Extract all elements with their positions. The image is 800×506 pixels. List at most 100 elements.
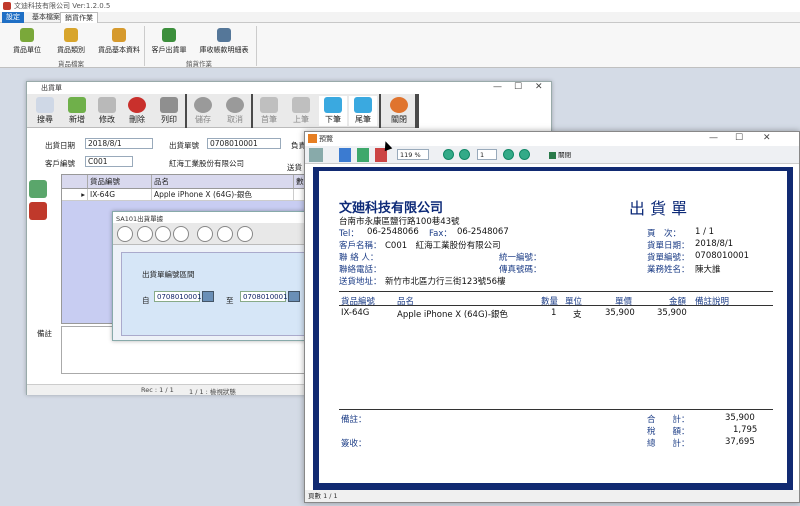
item-price: 35,900	[605, 308, 635, 318]
delete-icon	[128, 97, 146, 113]
zoom-in-icon[interactable]	[519, 149, 530, 160]
grand-total-value: 37,695	[725, 437, 755, 447]
minimize-icon[interactable]: —	[493, 82, 502, 92]
range-label: 出貨單編號區間	[142, 270, 195, 279]
to-picker-icon[interactable]	[288, 291, 300, 302]
tel-value: 06-2548066	[367, 227, 419, 237]
app-title: 文迪科技有限公司 Ver:1.2.0.5	[14, 2, 111, 10]
search-button[interactable]: 搜尋	[31, 96, 59, 126]
ship-address-label: 送貨地址：	[339, 277, 382, 287]
page-field[interactable]: 1	[477, 149, 497, 160]
prev-arrow-icon	[292, 97, 310, 113]
from-order-field[interactable]: 0708010001	[154, 291, 202, 302]
print-button[interactable]: 列印	[155, 96, 183, 126]
tab-basic-files[interactable]: 基本檔案	[28, 12, 64, 23]
product-unit-button[interactable]: 貨品單位	[4, 26, 50, 56]
preview-minimize-icon[interactable]: —	[709, 133, 718, 143]
edit-icon	[98, 97, 116, 113]
tax-value: 1,795	[733, 425, 758, 435]
preview-maximize-icon[interactable]: ☐	[735, 133, 743, 143]
zoom-tool-icon[interactable]	[339, 148, 351, 162]
from-picker-icon[interactable]	[202, 291, 214, 302]
print-icon[interactable]	[217, 226, 233, 242]
zoom-field[interactable]: 119 %	[397, 149, 429, 160]
customer-shipment-button[interactable]: 客戶出貨單	[146, 26, 192, 56]
close-button[interactable]: 關閉	[385, 96, 413, 126]
delete-button[interactable]: 刪除	[123, 96, 151, 126]
remove-row-icon[interactable]	[29, 202, 47, 220]
fax-value: 06-2548067	[457, 227, 509, 237]
first-record-button[interactable]: 首筆	[255, 96, 283, 126]
option3-icon[interactable]	[173, 226, 189, 242]
shipment-icon	[162, 28, 176, 42]
order-date-value: 2018/8/1	[695, 239, 734, 249]
exit-icon	[390, 97, 408, 113]
page-value: 1 / 1	[695, 227, 715, 237]
ribbon: 貨品單位 貨品類別 貨品基本資料 客戶出貨單 庫收帳款明細表 貨品檔案 銷貨作業	[0, 23, 800, 68]
cancel-icon	[226, 97, 244, 113]
grid-cell-name[interactable]: Apple iPhone X (64G)-銀色	[152, 189, 294, 201]
printer-icon	[160, 97, 178, 113]
option2-icon[interactable]	[155, 226, 171, 242]
company-address: 台南市永康區鹽行路100巷43號	[339, 217, 460, 227]
grand-total-label: 總 計：	[647, 439, 690, 449]
pen-icon[interactable]	[117, 226, 133, 242]
preview-app-icon	[308, 134, 317, 143]
preview-icon[interactable]	[197, 226, 213, 242]
grid-cell-code[interactable]: IX-64G	[88, 189, 152, 201]
next-record-button[interactable]: 下筆	[319, 96, 347, 126]
preview-close-icon[interactable]: ✕	[763, 133, 771, 143]
add-row-icon[interactable]	[29, 180, 47, 198]
sales-label: 業務姓名：	[647, 265, 690, 275]
order-date-label: 貨單日期：	[647, 241, 690, 251]
edit-button[interactable]: 修改	[93, 96, 121, 126]
order-no-label: 貨單編號：	[647, 253, 690, 263]
print-icon[interactable]	[309, 148, 323, 162]
tax-label: 稅 額：	[647, 427, 690, 437]
cancel-button[interactable]: 取消	[221, 96, 249, 126]
customer-code-field[interactable]: C001	[85, 156, 133, 167]
page-setup-icon[interactable]	[357, 148, 369, 162]
tab-sales[interactable]: 銷貨作業	[60, 12, 98, 23]
save-icon	[194, 97, 212, 113]
new-button[interactable]: 新增	[63, 96, 91, 126]
item-unit: 支	[573, 310, 582, 320]
query-toolbar	[113, 223, 307, 245]
product-basic-data-button[interactable]: 貨品基本資料	[94, 26, 144, 56]
prev-page-icon[interactable]	[459, 149, 470, 160]
customer-label: 客戶名稱：	[339, 241, 382, 251]
to-label: 至	[226, 296, 234, 305]
receivable-report-button[interactable]: 庫收帳款明細表	[194, 26, 254, 56]
order-no-field[interactable]: 0708010001	[207, 138, 281, 149]
save-button[interactable]: 儲存	[189, 96, 217, 126]
customer-name: 紅海工業股份有限公司	[169, 159, 244, 168]
first-arrow-icon	[260, 97, 278, 113]
to-order-field[interactable]: 0708010001	[240, 291, 288, 302]
maximize-icon[interactable]: ☐	[514, 82, 522, 92]
date-field[interactable]: 2018/8/1	[85, 138, 153, 149]
last-record-button[interactable]: 尾筆	[349, 96, 377, 126]
customer-value: C001 紅海工業股份有限公司	[385, 241, 501, 251]
item-code: IX-64G	[341, 308, 370, 318]
preview-toolbar: 119 % 1 關閉	[305, 146, 799, 164]
next-page-icon[interactable]	[503, 149, 514, 160]
app-title-bar: 文迪科技有限公司 Ver:1.2.0.5	[0, 0, 800, 12]
prev-record-button[interactable]: 上筆	[287, 96, 315, 126]
option1-icon[interactable]	[137, 226, 153, 242]
memo-label: 備註：	[341, 415, 367, 425]
close-icon[interactable]: ✕	[535, 82, 543, 92]
mode-status: 1 / 1 : 檢視狀態	[189, 388, 236, 396]
zoom-out-icon[interactable]	[443, 149, 454, 160]
preview-canvas: 文廸科技有限公司 出 貨 單 台南市永康區鹽行路100巷43號 Tel： 06-…	[313, 167, 793, 490]
address-label: 送貨	[287, 163, 302, 172]
preview-status-bar: 頁數 1 / 1	[305, 490, 799, 502]
company-name: 文廸科技有限公司	[339, 201, 444, 216]
query-form: 出貨單編號區間 自 0708010001 至 0708010001	[121, 252, 307, 336]
tab-settings[interactable]: 設定	[2, 12, 24, 23]
preview-close-button[interactable]: 關閉	[549, 148, 575, 162]
product-category-button[interactable]: 貨品類別	[48, 26, 94, 56]
preview-window: 預覽 — ☐ ✕ 119 % 1 關閉 文廸科技有限公司 出 貨 單 台南市永康…	[304, 131, 800, 503]
run-icon[interactable]	[237, 226, 253, 242]
add-icon	[68, 97, 86, 113]
order-window-title: 出貨單	[27, 82, 551, 94]
